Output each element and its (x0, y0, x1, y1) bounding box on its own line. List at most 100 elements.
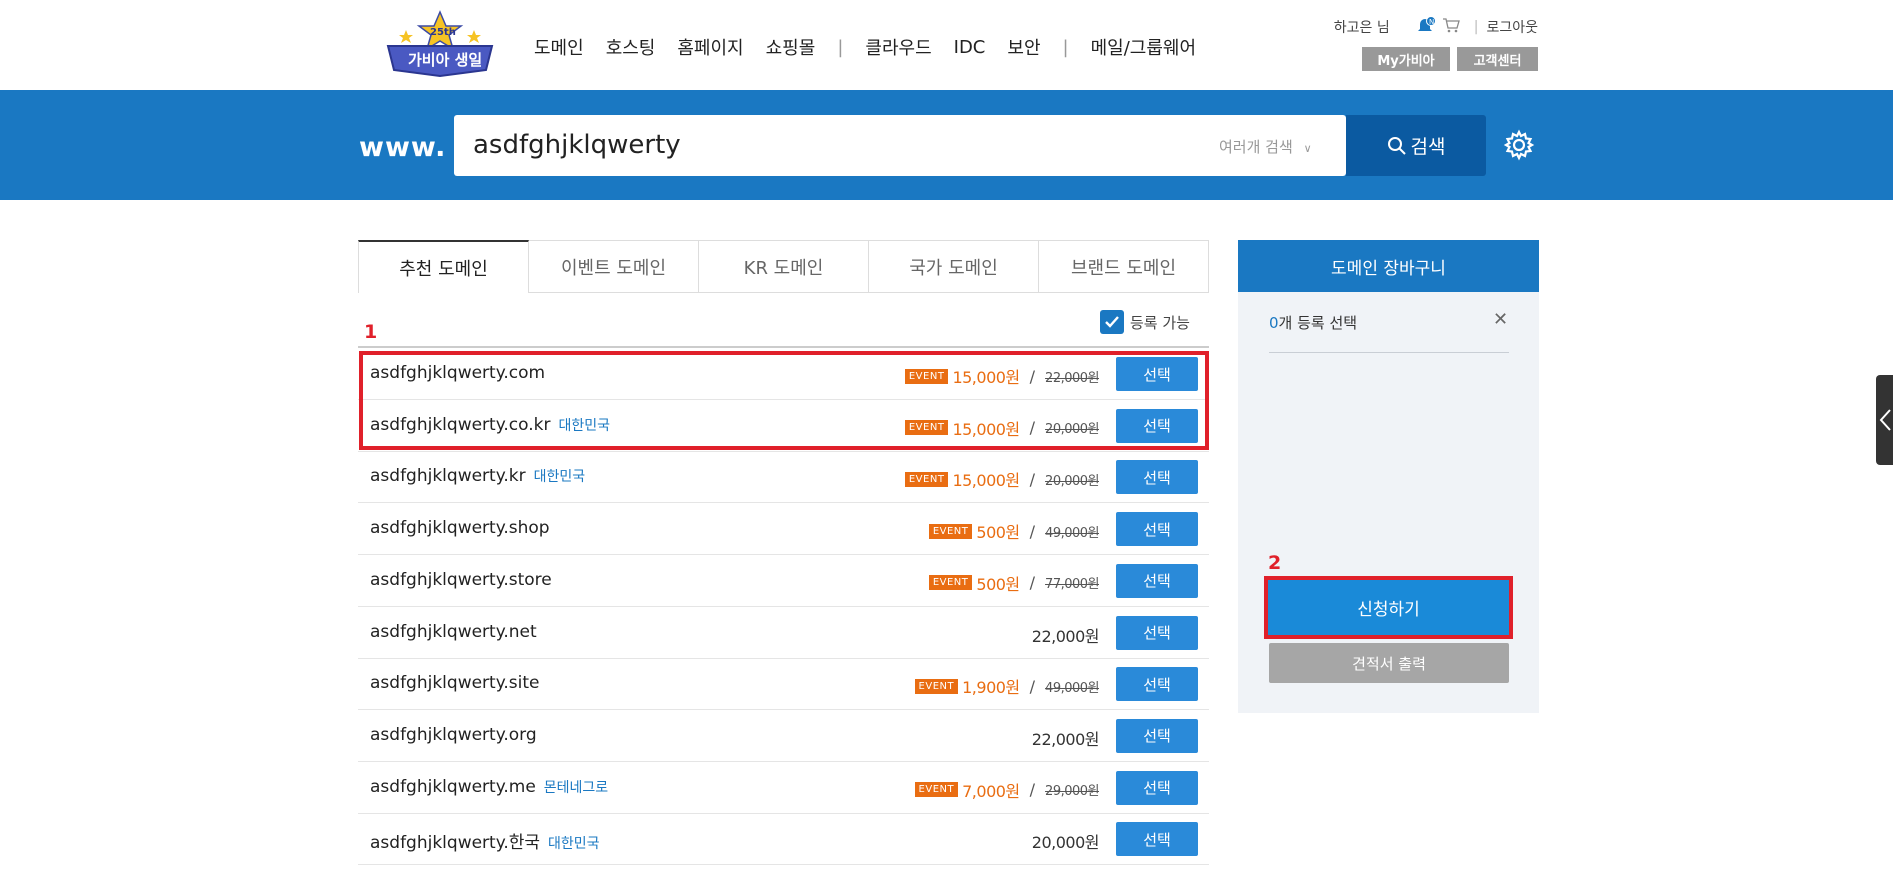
annotation-highlight-1 (359, 351, 1209, 450)
price-separator: / (1029, 676, 1036, 696)
event-badge: EVENT (928, 575, 973, 591)
logo-badge: 25th (430, 27, 456, 38)
tab-kr[interactable]: KR 도메인 (699, 240, 869, 293)
global-nav: 도메인 호스팅 홈페이지 쇼핑몰 | 클라우드 IDC 보안 | 메일/그룹웨어 (534, 34, 1218, 60)
cart-count-label: 개 등록 선택 (1278, 314, 1358, 332)
logout-link[interactable]: 로그아웃 (1486, 17, 1538, 37)
select-button[interactable]: 선택 (1116, 615, 1198, 650)
domain-price: 22,000원 (1032, 623, 1100, 647)
select-button[interactable]: 선택 (1116, 563, 1198, 598)
available-filter[interactable]: 등록 가능 (1100, 310, 1190, 334)
domain-name-text: asdfghjklqwerty.org (370, 724, 537, 745)
domain-name-text: asdfghjklqwerty.me (370, 776, 536, 797)
domain-name: asdfghjklqwerty.me 몬테네그로 (370, 777, 608, 797)
domain-price: EVENT 1,900원 / 49,000원 (914, 674, 1099, 698)
chevron-down-icon: ∨ (1303, 142, 1312, 155)
search-icon (1387, 136, 1406, 155)
customer-center-button[interactable]: 고객센터 (1457, 47, 1538, 71)
side-panel-toggle[interactable] (1876, 375, 1893, 465)
my-gabia-button[interactable]: My가비아 (1362, 47, 1450, 71)
search-button-label: 검색 (1410, 136, 1446, 158)
event-badge: EVENT (904, 471, 949, 487)
select-button[interactable]: 선택 (1116, 718, 1198, 753)
regular-price: 20,000원 (1031, 833, 1100, 853)
logo-text: 가비아 생일 (408, 51, 483, 69)
original-price: 49,000원 (1045, 680, 1099, 696)
original-price: 49,000원 (1045, 525, 1099, 541)
original-price: 29,000원 (1045, 784, 1099, 800)
domain-row: asdfghjklqwerty.org 22,000원 선택 (358, 710, 1209, 762)
price-separator: / (1029, 469, 1036, 489)
gabia-logo[interactable]: 25th 가비아 생일 (382, 10, 498, 80)
select-button[interactable]: 선택 (1116, 512, 1198, 547)
bell-icon[interactable]: N (1416, 16, 1436, 38)
sale-price: 1,900원 (962, 678, 1020, 698)
available-label: 등록 가능 (1130, 313, 1190, 332)
annotation-number-1: 1 (364, 321, 378, 343)
domain-name: asdfghjklqwerty.한국 대한민국 (370, 828, 600, 853)
utility-bar: 하고은 님 N | 로그아웃 (1334, 16, 1538, 38)
close-icon[interactable]: ✕ (1493, 309, 1508, 330)
sale-price: 500원 (976, 574, 1020, 594)
domain-name: asdfghjklqwerty.store (370, 570, 552, 590)
domain-name-text: asdfghjklqwerty.shop (370, 518, 550, 539)
search-query: asdfghjklqwerty (473, 130, 681, 160)
chevron-left-icon (1879, 409, 1891, 431)
domain-row: asdfghjklqwerty.site EVENT 1,900원 / 49,000원 선… (358, 658, 1209, 711)
nav-security[interactable]: 보안 (1007, 34, 1040, 60)
nav-mail-groupware[interactable]: 메일/그룹웨어 (1091, 34, 1196, 60)
domain-price: EVENT 500원 / 49,000원 (928, 519, 1099, 543)
select-button[interactable]: 선택 (1116, 460, 1198, 495)
print-estimate-button[interactable]: 견적서 출력 (1269, 643, 1509, 683)
util-divider: | (1473, 19, 1479, 35)
nav-divider: | (1062, 36, 1069, 58)
cart-count-number: 0 (1269, 314, 1279, 332)
domain-country: 몬테네그로 (543, 779, 609, 796)
regular-price: 22,000원 (1031, 729, 1100, 749)
tab-country[interactable]: 국가 도메인 (869, 240, 1039, 293)
check-icon (1105, 316, 1119, 328)
domain-name-text: asdfghjklqwerty.site (370, 673, 540, 694)
domain-country: 대한민국 (548, 836, 600, 853)
event-badge: EVENT (914, 782, 959, 798)
domain-name: asdfghjklqwerty.site (370, 673, 539, 693)
select-button[interactable]: 선택 (1116, 667, 1198, 702)
multi-search-dropdown[interactable]: 여러개 검색 ∨ (1219, 136, 1312, 157)
nav-homepage[interactable]: 홈페이지 (677, 34, 743, 60)
cart-count: 0개 등록 선택 (1269, 312, 1357, 333)
nav-idc[interactable]: IDC (954, 37, 986, 58)
search-button[interactable]: 검색 (1346, 115, 1486, 176)
nav-domain[interactable]: 도메인 (534, 34, 584, 60)
multi-search-label: 여러개 검색 (1219, 138, 1293, 156)
event-badge: EVENT (914, 678, 959, 694)
original-price: 77,000원 (1045, 577, 1099, 593)
domain-tabs: 추천 도메인 이벤트 도메인 KR 도메인 국가 도메인 브랜드 도메인 (358, 240, 1209, 293)
www-prefix: www. (359, 132, 447, 163)
nav-shoppingmall[interactable]: 쇼핑몰 (766, 34, 816, 60)
price-separator: / (1029, 573, 1036, 593)
cart-icon[interactable] (1442, 17, 1460, 37)
nav-divider: | (837, 36, 844, 58)
notification-count: N (1429, 18, 1434, 26)
domain-name: asdfghjklqwerty.org (370, 725, 537, 745)
tab-brand[interactable]: 브랜드 도메인 (1039, 240, 1209, 293)
annotation-highlight-2 (1264, 576, 1513, 639)
tab-recommended[interactable]: 추천 도메인 (358, 240, 529, 293)
select-button[interactable]: 선택 (1116, 770, 1198, 805)
domain-name: asdfghjklqwerty.kr 대한민국 (370, 466, 585, 486)
select-button[interactable]: 선택 (1116, 822, 1198, 857)
domain-name: asdfghjklqwerty.net (370, 622, 537, 642)
domain-row: asdfghjklqwerty.net 22,000원 선택 (358, 607, 1209, 659)
gear-icon[interactable] (1503, 129, 1535, 165)
sale-price: 500원 (976, 523, 1020, 543)
domain-price: 20,000원 (1031, 829, 1100, 853)
price-separator: / (1029, 521, 1036, 541)
domain-name-text: asdfghjklqwerty.kr (370, 466, 526, 487)
original-price: 20,000원 (1045, 473, 1099, 489)
available-checkbox[interactable] (1100, 310, 1124, 334)
tab-event[interactable]: 이벤트 도메인 (529, 240, 699, 293)
domain-row: asdfghjklqwerty.kr 대한민국 EVENT 15,000원 / 20,00… (358, 451, 1209, 504)
nav-cloud[interactable]: 클라우드 (865, 34, 931, 60)
nav-hosting[interactable]: 호스팅 (606, 34, 656, 60)
domain-row: asdfghjklqwerty.shop EVENT 500원 / 49,000원 선택 (358, 503, 1209, 556)
